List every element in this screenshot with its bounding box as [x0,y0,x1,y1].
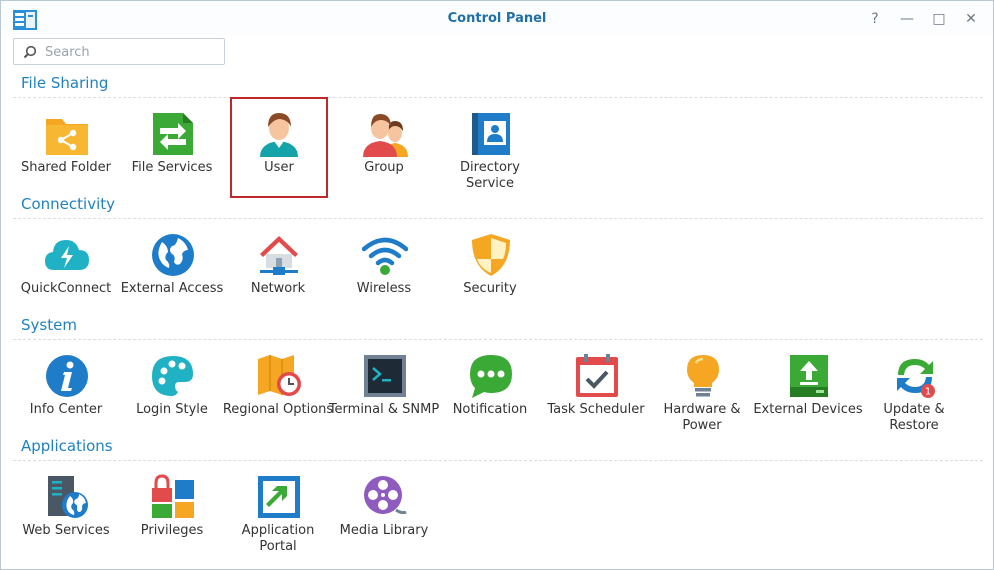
tile-external-devices[interactable]: External Devices [753,341,863,433]
media-library-icon [364,476,407,515]
section-divider [13,97,983,98]
update-badge: 1 [925,387,931,398]
tile-file-services[interactable]: File Services [122,99,222,191]
tile-security[interactable]: Security [440,220,540,312]
maximize-icon[interactable]: □ [929,9,949,29]
regional-options-icon [258,355,301,396]
tile-web-services[interactable]: Web Services [16,462,116,554]
shared-folder-icon [46,119,88,155]
info-center-icon [46,355,88,397]
tile-label: Update & Restore [883,402,945,433]
tile-label: Privileges [140,523,204,538]
tile-application-portal[interactable]: Application Portal [228,462,328,554]
terminal-icon [364,355,406,397]
tile-user[interactable]: User [230,97,328,198]
tile-label: Wireless [356,281,412,296]
tile-label: Login Style [136,402,208,417]
tile-label: Media Library [339,523,429,538]
quickconnect-icon [45,240,89,270]
tile-label: User [264,160,294,175]
update-restore-icon: 1 [897,359,935,398]
search-box[interactable] [13,38,225,65]
login-style-icon [152,356,193,396]
tile-wireless[interactable]: Wireless [334,220,434,312]
tile-label: Notification [452,402,528,417]
tile-group[interactable]: Group [334,99,434,191]
user-icon [260,113,298,157]
search-input[interactable] [43,42,222,62]
tile-media-library[interactable]: Media Library [334,462,434,554]
tile-label: Group [364,160,404,175]
section-divider [13,460,983,461]
application-portal-icon [258,476,300,518]
external-access-icon [152,234,194,276]
privileges-icon [152,474,194,518]
section-divider [13,218,983,219]
tile-directory-service[interactable]: Directory Service [440,99,540,191]
tile-label: QuickConnect [20,281,112,296]
web-services-icon [48,476,88,518]
tile-label: Web Services [22,523,110,538]
help-icon[interactable]: ? [865,9,885,29]
tile-update-restore[interactable]: 1 Update & Restore [864,341,964,433]
tile-label: Regional Options [222,402,334,417]
section-title-applications: Applications [21,437,113,455]
tile-regional-options[interactable]: Regional Options [223,341,333,433]
task-scheduler-icon [576,354,618,397]
directory-service-icon [472,113,510,155]
hardware-power-icon [687,355,719,397]
section-title-connectivity: Connectivity [21,195,115,213]
tile-label: Network [250,281,306,296]
tile-label: Directory Service [460,160,520,191]
tile-label: Task Scheduler [547,402,645,417]
file-services-icon [153,113,193,155]
tile-shared-folder[interactable]: Shared Folder [16,99,116,191]
tile-label: Application Portal [241,523,315,554]
title-bar[interactable]: Control Panel ? — □ ✕ [1,1,993,35]
section-title-file-sharing: File Sharing [21,74,109,92]
wireless-icon [362,237,408,275]
tile-label: Info Center [29,402,103,417]
tile-label: File Services [131,160,213,175]
close-icon[interactable]: ✕ [961,9,981,29]
tile-label: External Devices [753,402,863,417]
window-title: Control Panel [447,11,547,26]
network-icon [260,236,298,275]
tile-label: Terminal & SNMP [328,402,440,417]
security-icon [472,234,510,276]
tile-login-style[interactable]: Login Style [122,341,222,433]
tile-label: Shared Folder [20,160,112,175]
tile-notification[interactable]: Notification [440,341,540,433]
notification-icon [470,355,512,398]
tile-info-center[interactable]: Info Center [16,341,116,433]
tile-network[interactable]: Network [228,220,328,312]
tile-label: Hardware & Power [663,402,741,433]
tile-privileges[interactable]: Privileges [122,462,222,554]
control-panel-window: Control Panel ? — □ ✕ File Sharing Share… [0,0,994,570]
group-icon [363,114,408,157]
tile-label: External Access [120,281,224,296]
minimize-icon[interactable]: — [897,9,917,29]
search-icon [23,45,37,59]
section-divider [13,339,983,340]
external-devices-icon [790,355,828,397]
tile-task-scheduler[interactable]: Task Scheduler [546,341,646,433]
tile-quickconnect[interactable]: QuickConnect [16,220,116,312]
section-title-system: System [21,316,77,334]
tile-hardware-power[interactable]: Hardware & Power [652,341,752,433]
tile-external-access[interactable]: External Access [121,220,223,312]
tile-terminal-snmp[interactable]: Terminal & SNMP [329,341,439,433]
tile-label: Security [463,281,517,296]
